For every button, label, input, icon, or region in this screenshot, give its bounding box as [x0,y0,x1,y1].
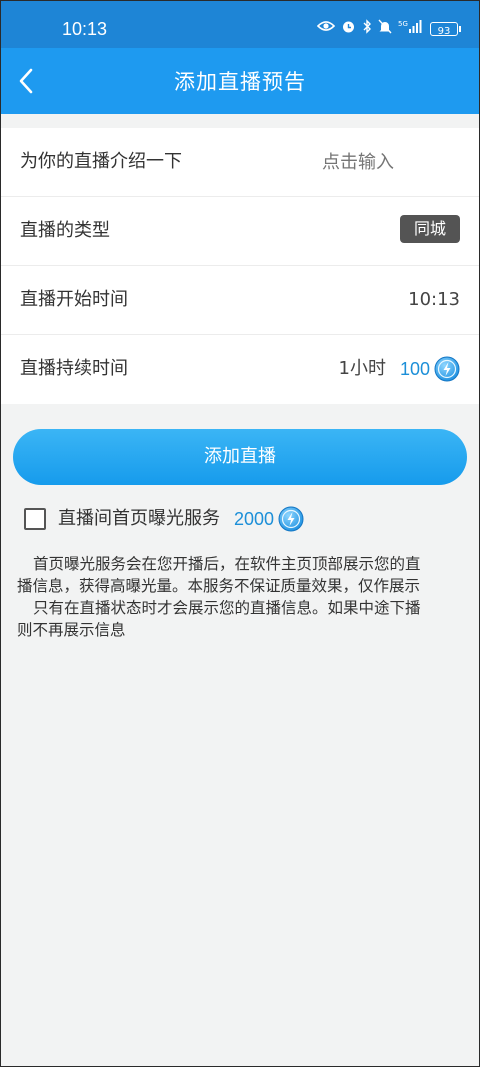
duration-value[interactable]: 1小时 [339,357,386,381]
duration-label: 直播持续时间 [20,358,128,379]
eye-icon [316,20,336,38]
bluetooth-icon [362,18,372,40]
duration-row[interactable]: 直播持续时间 1小时 100 [0,335,480,404]
5g-signal-icon: 5G [398,19,424,40]
status-icons: 5G 93 [316,18,461,40]
duration-cost: 100 [400,356,460,382]
lightning-coin-icon [434,356,460,382]
exposure-description: 首页曝光服务会在您开播后，在软件主页顶部展示您的直 播信息，获得高曝光量。本服务… [17,553,467,641]
exposure-service-row: 直播间首页曝光服务 2000 [24,505,304,533]
lightning-coin-icon [278,506,304,532]
duration-value-group[interactable]: 1小时 100 [339,355,461,383]
exposure-cost: 2000 [234,506,304,532]
intro-label: 为你的直播介绍一下 [20,151,182,172]
start-time-row[interactable]: 直播开始时间 10:13 [0,266,480,335]
exposure-checkbox[interactable] [24,508,46,530]
start-time-label: 直播开始时间 [20,289,128,310]
start-time-value[interactable]: 10:13 [408,288,460,312]
exposure-label: 直播间首页曝光服务 [58,508,220,529]
add-live-button[interactable]: 添加直播 [13,429,467,485]
network-label: 5G [398,20,408,28]
page-title: 添加直播预告 [174,70,306,94]
intro-row[interactable]: 为你的直播介绍一下 [0,128,480,197]
description-line: 只有在直播状态时才会展示您的直播信息。如果中途下播 [33,599,421,617]
exposure-cost-value: 2000 [234,509,275,529]
type-label: 直播的类型 [20,220,110,241]
description-line: 则不再展示信息 [17,621,126,639]
description-line: 首页曝光服务会在您开播后，在软件主页顶部展示您的直 [33,555,421,573]
status-bar: 10:13 5G 93 [0,0,480,48]
type-tag[interactable]: 同城 [399,215,460,243]
type-row[interactable]: 直播的类型 同城 [0,197,480,266]
battery-icon: 93 [430,22,461,37]
status-time: 10:13 [62,19,108,39]
duration-cost-value: 100 [399,359,430,379]
description-line: 播信息，获得高曝光量。本服务不保证质量效果，仅作展示 [17,577,421,595]
app-header: 添加直播预告 [0,48,480,114]
mute-icon [378,19,392,40]
alarm-icon [341,19,356,40]
intro-input[interactable] [234,150,394,174]
form-list: 为你的直播介绍一下 直播的类型 同城 直播开始时间 10:13 直播持续时间 1… [0,128,480,404]
